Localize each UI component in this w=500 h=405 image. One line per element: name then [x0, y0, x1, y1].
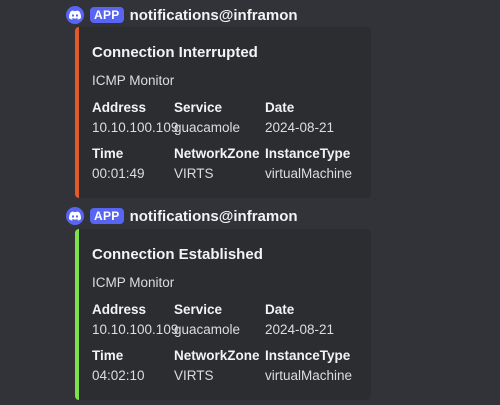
- discord-icon[interactable]: [66, 207, 84, 225]
- field-value: 2024-08-21: [265, 322, 335, 337]
- field-name: InstanceType: [265, 348, 351, 363]
- field-name: NetworkZone: [174, 146, 260, 161]
- embed-field-address: Address 10.10.100.109: [92, 99, 178, 137]
- embed-field-address: Address 10.10.100.109: [92, 301, 178, 339]
- field-value: VIRTS: [174, 166, 214, 181]
- embed-title: Connection Established: [92, 246, 263, 263]
- field-value: VIRTS: [174, 368, 214, 383]
- field-name: Time: [92, 146, 124, 161]
- message-header: APP notifications@inframon: [66, 5, 298, 25]
- app-badge: APP: [90, 208, 124, 224]
- embed-field-date: Date 2024-08-21: [265, 99, 334, 137]
- embed-field-date: Date 2024-08-21: [265, 301, 334, 339]
- embed-color-bar: [75, 229, 79, 400]
- field-name: InstanceType: [265, 146, 351, 161]
- embed-field-service: Service guacamole: [174, 99, 240, 137]
- embed-title: Connection Interrupted: [92, 44, 258, 61]
- embed-field-instancetype: InstanceType virtualMachine: [265, 347, 352, 385]
- field-name: Time: [92, 348, 124, 363]
- embed-field-networkzone: NetworkZone VIRTS: [174, 145, 260, 183]
- app-badge: APP: [90, 7, 124, 23]
- field-name: Address: [92, 100, 147, 115]
- embed-field-service: Service guacamole: [174, 301, 240, 339]
- embed: Connection Interrupted ICMP Monitor Addr…: [75, 27, 371, 198]
- field-value: 04:02:10: [92, 368, 145, 383]
- field-value: 00:01:49: [92, 166, 145, 181]
- field-value: 10.10.100.109: [92, 120, 179, 135]
- field-name: Address: [92, 302, 147, 317]
- field-name: Date: [265, 100, 295, 115]
- embed-field-networkzone: NetworkZone VIRTS: [174, 347, 260, 385]
- field-name: Service: [174, 100, 223, 115]
- message-header: APP notifications@inframon: [66, 206, 298, 226]
- field-value: 2024-08-21: [265, 120, 335, 135]
- embed-description: ICMP Monitor: [92, 275, 175, 290]
- field-value: virtualMachine: [265, 368, 353, 383]
- embed-description: ICMP Monitor: [92, 73, 175, 88]
- embed-field-time: Time 04:02:10: [92, 347, 145, 385]
- field-name: Date: [265, 302, 295, 317]
- field-value: guacamole: [174, 322, 241, 337]
- username[interactable]: notifications@inframon: [130, 208, 298, 225]
- embed-field-time: Time 00:01:49: [92, 145, 145, 183]
- embed: Connection Established ICMP Monitor Addr…: [75, 229, 371, 400]
- embed-color-bar: [75, 27, 79, 198]
- embed-field-instancetype: InstanceType virtualMachine: [265, 145, 352, 183]
- field-name: Service: [174, 302, 223, 317]
- field-value: guacamole: [174, 120, 241, 135]
- field-value: 10.10.100.109: [92, 322, 179, 337]
- username[interactable]: notifications@inframon: [130, 7, 298, 24]
- field-name: NetworkZone: [174, 348, 260, 363]
- field-value: virtualMachine: [265, 166, 353, 181]
- discord-icon[interactable]: [66, 6, 84, 24]
